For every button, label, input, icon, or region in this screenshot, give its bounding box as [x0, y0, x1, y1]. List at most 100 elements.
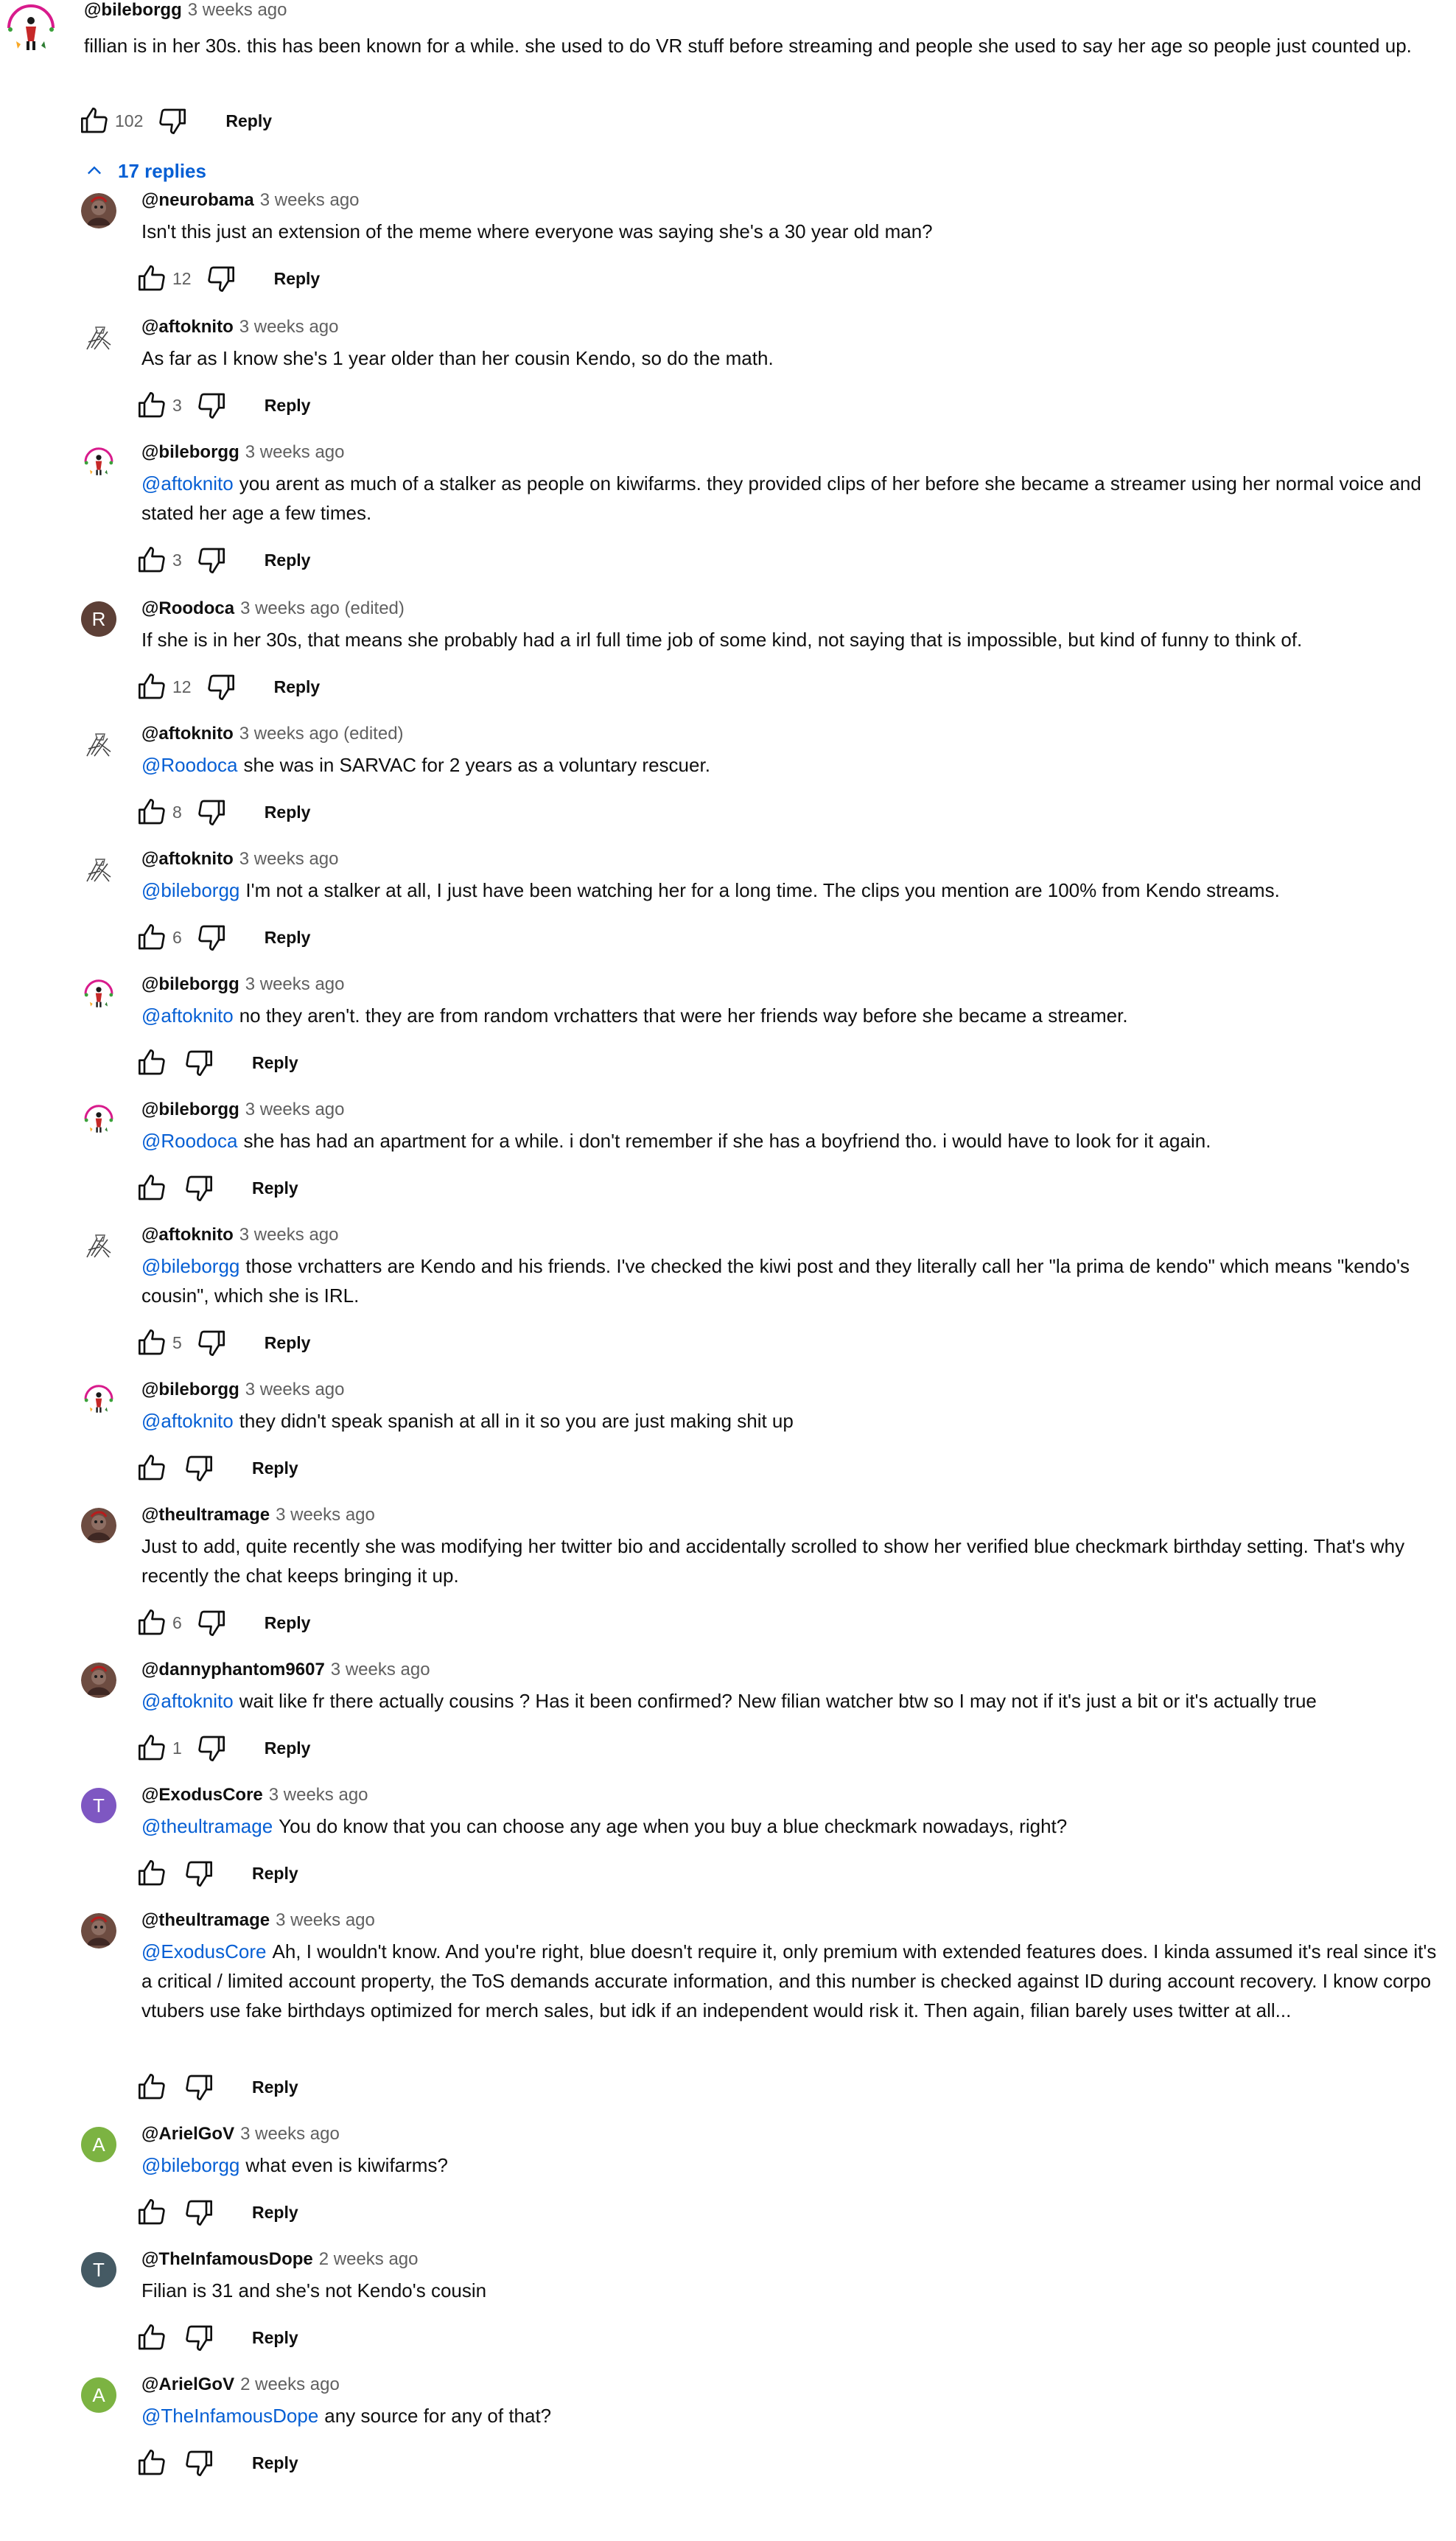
dislike-icon[interactable] [183, 1172, 215, 1204]
reply-button[interactable]: Reply [265, 928, 311, 948]
comment-time[interactable]: 3 weeks ago [331, 1660, 430, 1680]
dislike-icon[interactable] [195, 1607, 228, 1639]
comment-author[interactable]: @aftoknito [141, 724, 234, 744]
like-icon[interactable] [136, 2196, 168, 2229]
reply-button[interactable]: Reply [252, 1178, 298, 1198]
mention-link[interactable]: @aftoknito [141, 1004, 234, 1027]
letter-avatar-icon[interactable]: R [81, 601, 116, 637]
photo-avatar-icon[interactable] [81, 193, 116, 228]
photo-avatar-icon[interactable] [81, 1663, 116, 1698]
mention-link[interactable]: @bileborgg [141, 1255, 239, 1277]
mention-link[interactable]: @aftoknito [141, 1410, 234, 1432]
comment-author[interactable]: @neurobama [141, 190, 254, 210]
comment-time[interactable]: 3 weeks ago [260, 190, 360, 210]
sketch-avatar-icon[interactable] [81, 852, 116, 887]
like-icon[interactable] [136, 796, 168, 828]
replies-toggle-button[interactable]: 17 replies [84, 153, 206, 189]
figure-avatar-icon[interactable] [81, 1102, 116, 1138]
letter-avatar-icon[interactable]: T [81, 1788, 116, 1823]
sketch-avatar-icon[interactable] [81, 1228, 116, 1263]
comment-time[interactable]: 3 weeks ago [239, 1225, 339, 1245]
comment-time[interactable]: 3 weeks ago [239, 849, 339, 869]
sketch-avatar-icon[interactable] [81, 727, 116, 762]
reply-button[interactable]: Reply [265, 1738, 311, 1758]
dislike-icon[interactable] [195, 1732, 228, 1764]
dislike-icon[interactable] [195, 389, 228, 422]
like-icon[interactable] [136, 1046, 168, 1079]
dislike-icon[interactable] [183, 1452, 215, 1484]
reply-button[interactable]: Reply [252, 1458, 298, 1478]
reply-button[interactable]: Reply [265, 396, 311, 416]
dislike-icon[interactable] [195, 796, 228, 828]
comment-author[interactable]: @aftoknito [141, 1225, 234, 1245]
like-icon[interactable] [136, 1607, 168, 1639]
like-icon[interactable] [136, 1172, 168, 1204]
reply-button[interactable]: Reply [265, 1333, 311, 1353]
mention-link[interactable]: @aftoknito [141, 472, 234, 494]
reply-button[interactable]: Reply [252, 2077, 298, 2097]
like-icon[interactable] [136, 1732, 168, 1764]
dislike-icon[interactable] [183, 1857, 215, 1890]
comment-author[interactable]: @TheInfamousDope [141, 2249, 313, 2269]
comment-author[interactable]: @ArielGoV [141, 2124, 234, 2144]
like-icon[interactable] [136, 389, 168, 422]
dislike-icon[interactable] [183, 2321, 215, 2354]
comment-author[interactable]: @bileborgg [141, 1100, 239, 1119]
comment-time[interactable]: 3 weeks ago [188, 0, 287, 20]
dislike-icon[interactable] [195, 921, 228, 954]
comment-time[interactable]: 3 weeks ago [245, 974, 345, 994]
comment-author[interactable]: @bileborgg [84, 0, 182, 20]
like-icon[interactable] [136, 2321, 168, 2354]
like-icon[interactable] [136, 544, 168, 576]
dislike-icon[interactable] [156, 105, 189, 137]
letter-avatar-icon[interactable]: A [81, 2377, 116, 2413]
comment-author[interactable]: @ArielGoV [141, 2374, 234, 2394]
comment-author[interactable]: @aftoknito [141, 317, 234, 337]
mention-link[interactable]: @TheInfamousDope [141, 2405, 318, 2427]
dislike-icon[interactable] [183, 2196, 215, 2229]
figure-avatar-icon[interactable] [81, 445, 116, 480]
like-icon[interactable] [136, 1857, 168, 1890]
comment-time[interactable]: 3 weeks ago [276, 1910, 375, 1930]
comment-time[interactable]: 3 weeks ago [269, 1785, 368, 1805]
photo-avatar-icon[interactable] [81, 1913, 116, 1948]
comment-time[interactable]: 3 weeks ago [245, 442, 345, 462]
mention-link[interactable]: @theultramage [141, 1815, 273, 1837]
like-icon[interactable] [78, 105, 111, 137]
comment-author[interactable]: @bileborgg [141, 1380, 239, 1399]
letter-avatar-icon[interactable]: A [81, 2127, 116, 2162]
mention-link[interactable]: @Roodoca [141, 754, 237, 776]
sketch-avatar-icon[interactable] [81, 320, 116, 355]
reply-button[interactable]: Reply [252, 2203, 298, 2223]
comment-author[interactable]: @theultramage [141, 1505, 270, 1525]
letter-avatar-icon[interactable]: T [81, 2252, 116, 2287]
reply-button[interactable]: Reply [265, 803, 311, 822]
reply-button[interactable]: Reply [252, 2328, 298, 2348]
dislike-icon[interactable] [205, 671, 237, 703]
dislike-icon[interactable] [205, 262, 237, 295]
comment-time[interactable]: 2 weeks ago [240, 2374, 340, 2394]
like-icon[interactable] [136, 671, 168, 703]
mention-link[interactable]: @aftoknito [141, 1690, 234, 1712]
dislike-icon[interactable] [183, 1046, 215, 1079]
comment-time[interactable]: 3 weeks ago [245, 1380, 345, 1399]
mention-link[interactable]: @ExodusCore [141, 1940, 266, 1962]
comment-author[interactable]: @theultramage [141, 1910, 270, 1930]
dislike-icon[interactable] [183, 2447, 215, 2479]
comment-author[interactable]: @ExodusCore [141, 1785, 263, 1805]
comment-time[interactable]: 3 weeks ago [245, 1100, 345, 1119]
reply-button[interactable]: Reply [252, 1053, 298, 1073]
comment-author[interactable]: @aftoknito [141, 849, 234, 869]
reply-button[interactable]: Reply [274, 269, 321, 289]
reply-button[interactable]: Reply [225, 111, 272, 131]
figure-avatar-icon[interactable] [81, 977, 116, 1013]
mention-link[interactable]: @bileborgg [141, 879, 239, 901]
like-icon[interactable] [136, 921, 168, 954]
like-icon[interactable] [136, 2071, 168, 2103]
comment-author[interactable]: @bileborgg [141, 442, 239, 462]
dislike-icon[interactable] [195, 1327, 228, 1359]
like-icon[interactable] [136, 2447, 168, 2479]
figure-avatar-icon[interactable] [1, 0, 60, 59]
like-icon[interactable] [136, 1452, 168, 1484]
reply-button[interactable]: Reply [265, 551, 311, 570]
